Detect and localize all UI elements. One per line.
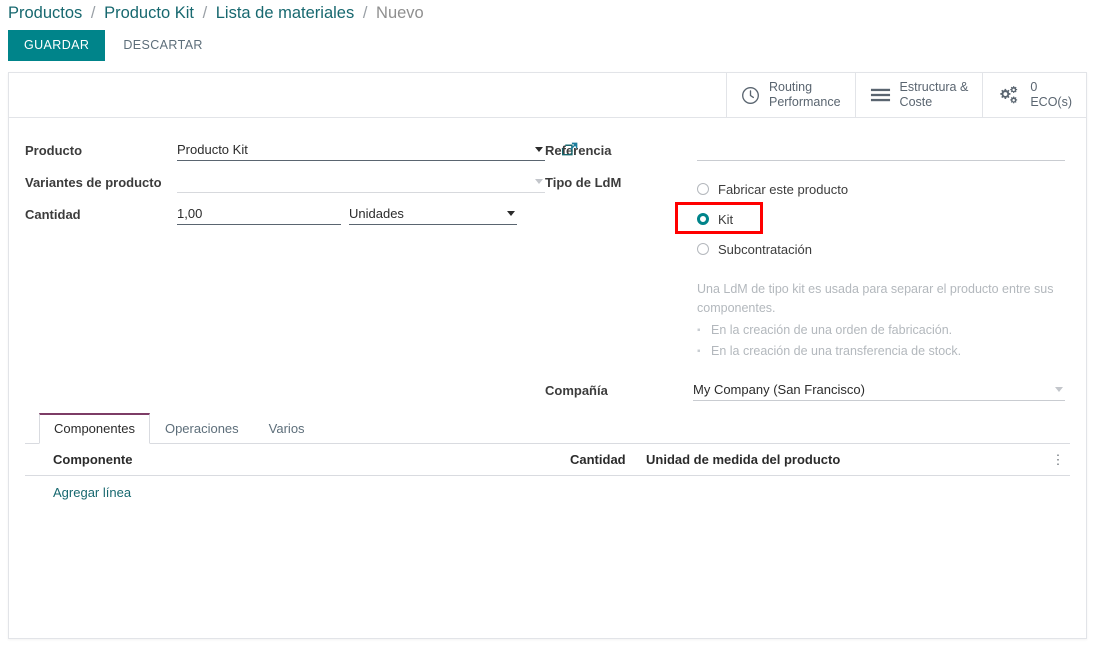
gears-icon <box>997 85 1021 105</box>
radio-label-fabricar: Fabricar este producto <box>718 181 849 197</box>
tab-componentes[interactable]: Componentes <box>39 413 150 444</box>
radio-label-subcontratacion: Subcontratación <box>718 241 812 257</box>
form-sheet-wrapper: Routing Performance Estructura & Coste 0… <box>0 72 1095 639</box>
external-link-icon[interactable] <box>561 141 579 163</box>
help-bullet-item: En la creación de una transferencia de s… <box>697 341 1065 362</box>
field-row-cantidad: Cantidad <box>25 204 545 230</box>
variantes-input[interactable] <box>177 172 545 193</box>
label-variantes-de-producto: Variantes de producto <box>25 175 162 190</box>
smart-button-estructura-line1: Estructura & <box>899 80 969 94</box>
uom-input[interactable] <box>349 204 517 225</box>
components-table: Componente Cantidad Unidad de medida del… <box>25 444 1070 502</box>
radio-option-kit[interactable]: Kit <box>675 202 1065 234</box>
notebook: Componentes Operaciones Varios Component… <box>9 413 1086 638</box>
form-column-right: Referencia Tipo de LdM Fabricar este pro… <box>545 140 1065 407</box>
chevron-down-icon[interactable] <box>535 179 543 184</box>
discard-button[interactable]: DESCARTAR <box>113 30 213 61</box>
chevron-down-icon[interactable] <box>507 211 515 216</box>
add-line-link[interactable]: Agregar línea <box>53 485 131 500</box>
radio-icon[interactable] <box>697 243 709 255</box>
smart-button-estructura-coste[interactable]: Estructura & Coste <box>854 73 983 117</box>
help-paragraph: Una LdM de tipo kit es usada para separa… <box>697 282 1054 315</box>
breadcrumb-item-nuevo: Nuevo <box>376 4 424 22</box>
table-options-icon[interactable]: ⋮ <box>1046 452 1070 468</box>
form-body: Producto Variantes de product <box>9 118 1086 407</box>
chevron-down-icon[interactable] <box>535 147 543 152</box>
notebook-tabs: Componentes Operaciones Varios <box>25 413 1070 444</box>
smart-button-eco-label: ECO(s) <box>1030 95 1072 109</box>
smart-button-eco-count: 0 <box>1030 80 1038 94</box>
radio-icon[interactable] <box>697 183 709 195</box>
breadcrumb-item-lista-de-materiales[interactable]: Lista de materiales <box>216 4 355 22</box>
smart-button-estructura-line2: Coste <box>899 95 933 109</box>
radio-group-tipo-de-ldm: Fabricar este producto Kit Subcontrataci… <box>675 172 1065 264</box>
field-compania <box>693 380 1065 401</box>
label-producto: Producto <box>25 143 83 158</box>
action-bar: GUARDAR DESCARTAR <box>0 30 1095 72</box>
smart-button-routing-performance[interactable]: Routing Performance <box>725 73 855 117</box>
field-cantidad <box>177 204 545 225</box>
referencia-input[interactable] <box>697 140 1065 161</box>
smart-button-routing-line1: Routing <box>768 80 813 94</box>
cantidad-input[interactable] <box>177 204 341 225</box>
table-add-row: Agregar línea <box>25 476 1070 502</box>
field-tipo-de-ldm: Fabricar este producto Kit Subcontrataci… <box>545 172 1065 401</box>
radio-label-kit: Kit <box>718 211 734 227</box>
field-referencia <box>697 140 1065 161</box>
field-row-producto: Producto <box>25 140 578 166</box>
label-tipo-de-ldm: Tipo de LdM <box>545 175 622 190</box>
table-header-row: Componente Cantidad Unidad de medida del… <box>25 444 1070 476</box>
smart-button-ecos[interactable]: 0 ECO(s) <box>982 73 1086 117</box>
list-icon <box>870 87 891 103</box>
breadcrumb-separator: / <box>90 4 96 22</box>
column-header-cantidad: Cantidad <box>570 452 626 467</box>
breadcrumb-separator: / <box>362 4 368 22</box>
smart-button-routing-line2: Performance <box>768 95 841 109</box>
smart-button-bar: Routing Performance Estructura & Coste 0… <box>9 73 1086 118</box>
field-help-text: Una LdM de tipo kit es usada para separa… <box>697 280 1065 362</box>
form-sheet: Routing Performance Estructura & Coste 0… <box>8 72 1087 639</box>
column-header-unidad-de-medida: Unidad de medida del producto <box>646 452 841 467</box>
field-variantes-de-producto <box>177 172 545 193</box>
breadcrumb-separator: / <box>202 4 208 22</box>
clock-icon <box>741 86 760 105</box>
cantidad-uom-wrapper <box>349 204 517 225</box>
field-row-referencia: Referencia <box>545 140 1065 166</box>
compania-input[interactable] <box>693 380 1065 401</box>
help-bullet-list: En la creación de una orden de fabricaci… <box>697 320 1065 362</box>
form-column-left: Producto Variantes de product <box>25 140 578 407</box>
field-row-compania: Compañía <box>545 380 1065 401</box>
tab-varios[interactable]: Varios <box>254 413 320 444</box>
producto-input[interactable] <box>177 140 545 161</box>
label-cantidad: Cantidad <box>25 207 81 222</box>
column-header-componente: Componente <box>53 452 133 467</box>
breadcrumb: Productos / Producto Kit / Lista de mate… <box>0 0 1095 30</box>
breadcrumb-item-productos[interactable]: Productos <box>8 4 82 22</box>
field-row-variantes: Variantes de producto <box>25 172 545 198</box>
radio-option-subcontratacion[interactable]: Subcontratación <box>697 234 1065 264</box>
chevron-down-icon[interactable] <box>1055 387 1063 392</box>
field-producto <box>177 140 578 161</box>
radio-option-fabricar-este-producto[interactable]: Fabricar este producto <box>697 174 1065 204</box>
label-compania: Compañía <box>545 383 608 398</box>
help-bullet-item: En la creación de una orden de fabricaci… <box>697 320 1065 341</box>
save-button[interactable]: GUARDAR <box>8 30 106 61</box>
breadcrumb-item-producto-kit[interactable]: Producto Kit <box>104 4 194 22</box>
tab-operaciones[interactable]: Operaciones <box>150 413 254 444</box>
field-row-tipo-de-ldm: Tipo de LdM Fabricar este producto Kit S… <box>545 172 1065 401</box>
radio-icon-selected[interactable] <box>697 213 709 225</box>
cantidad-value-wrapper <box>177 204 341 225</box>
